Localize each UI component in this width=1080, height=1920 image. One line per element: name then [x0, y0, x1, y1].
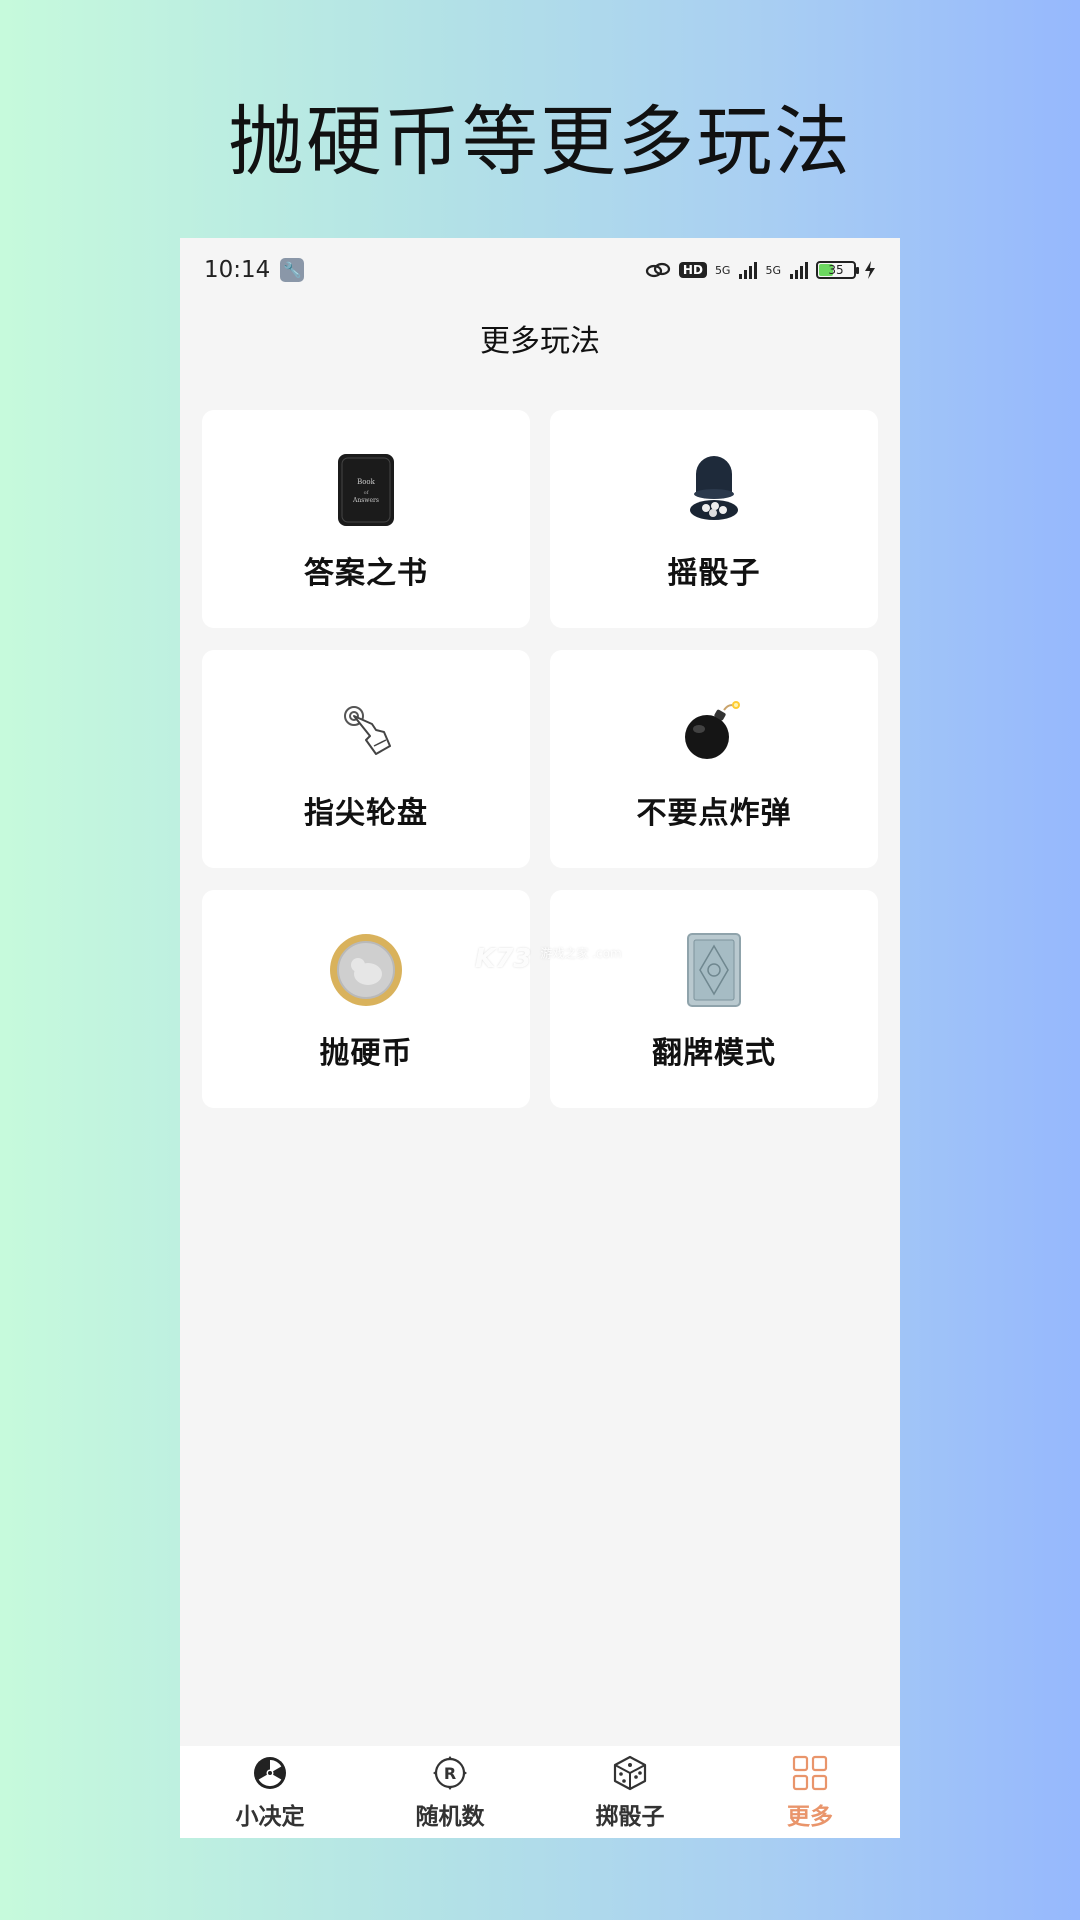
card-finger-roulette[interactable]: 指尖轮盘 [202, 650, 530, 868]
network-type-1: 5G [714, 263, 731, 277]
tab-more[interactable]: 更多 [720, 1753, 900, 1831]
coin-icon [326, 930, 406, 1010]
watermark-text: K73 [475, 944, 532, 974]
dice-icon [610, 1753, 650, 1793]
card-dont-click-bomb[interactable]: 不要点炸弹 [550, 650, 878, 868]
card-flip-card-mode[interactable]: 翻牌模式 [550, 890, 878, 1108]
network-type-2: 5G [765, 263, 781, 277]
page-title: 更多玩法 [480, 324, 600, 359]
game-grid: Book of Answers 答案之书 摇骰子 指尖轮盘 不要点炸弹 抛硬币 … [202, 410, 878, 1108]
card-shake-dice[interactable]: 摇骰子 [550, 410, 878, 628]
tab-label: 掷骰子 [595, 1804, 665, 1830]
phone-screen: 10:14 🔧 HD 5G 5G 35 更多玩法 Book of Answers… [180, 238, 900, 1838]
finger-tap-icon [326, 690, 406, 770]
tab-bar: 小决定 R 随机数 掷骰子 更多 [180, 1746, 900, 1838]
random-r-icon: R [430, 1753, 470, 1793]
card-label: 指尖轮盘 [304, 796, 428, 831]
signal-icon [739, 261, 758, 279]
card-label: 不要点炸弹 [636, 796, 792, 831]
charging-icon [865, 261, 875, 279]
battery-icon: 35 [816, 261, 859, 279]
card-label: 抛硬币 [319, 1036, 413, 1071]
watermark: K73 游戏之家 .com [475, 944, 622, 974]
tab-small-decision[interactable]: 小决定 [180, 1753, 360, 1831]
tab-label: 随机数 [415, 1804, 485, 1830]
link-icon [645, 262, 671, 278]
wrench-icon: 🔧 [280, 258, 305, 282]
bomb-icon [674, 690, 754, 770]
promo-title: 抛硬币等更多玩法 [228, 97, 852, 186]
tab-random-number[interactable]: R 随机数 [360, 1753, 540, 1831]
signal-icon-2 [790, 261, 808, 279]
grid-icon [790, 1753, 830, 1793]
card-back-icon [674, 930, 754, 1010]
card-book-of-answers[interactable]: Book of Answers 答案之书 [202, 410, 530, 628]
dice-cup-icon [674, 450, 754, 530]
svg-text:Book: Book [357, 478, 376, 486]
book-icon: Book of Answers [326, 450, 406, 530]
card-label: 摇骰子 [667, 556, 761, 591]
card-coin-toss[interactable]: 抛硬币 [202, 890, 530, 1108]
card-label: 翻牌模式 [652, 1036, 776, 1071]
tab-roll-dice[interactable]: 掷骰子 [540, 1753, 720, 1831]
hd-icon: HD [678, 262, 707, 278]
status-bar: 10:14 🔧 HD 5G 5G 35 [180, 238, 900, 302]
svg-text:R: R [444, 1764, 456, 1783]
tab-label: 更多 [787, 1804, 833, 1830]
svg-text:Answers: Answers [352, 497, 379, 504]
card-label: 答案之书 [304, 556, 428, 591]
status-time: 10:14 [204, 257, 271, 283]
battery-level: 35 [828, 263, 844, 277]
tab-label: 小决定 [235, 1804, 305, 1830]
watermark-sub: 游戏之家 .com [540, 946, 622, 961]
radiation-icon [250, 1753, 290, 1793]
